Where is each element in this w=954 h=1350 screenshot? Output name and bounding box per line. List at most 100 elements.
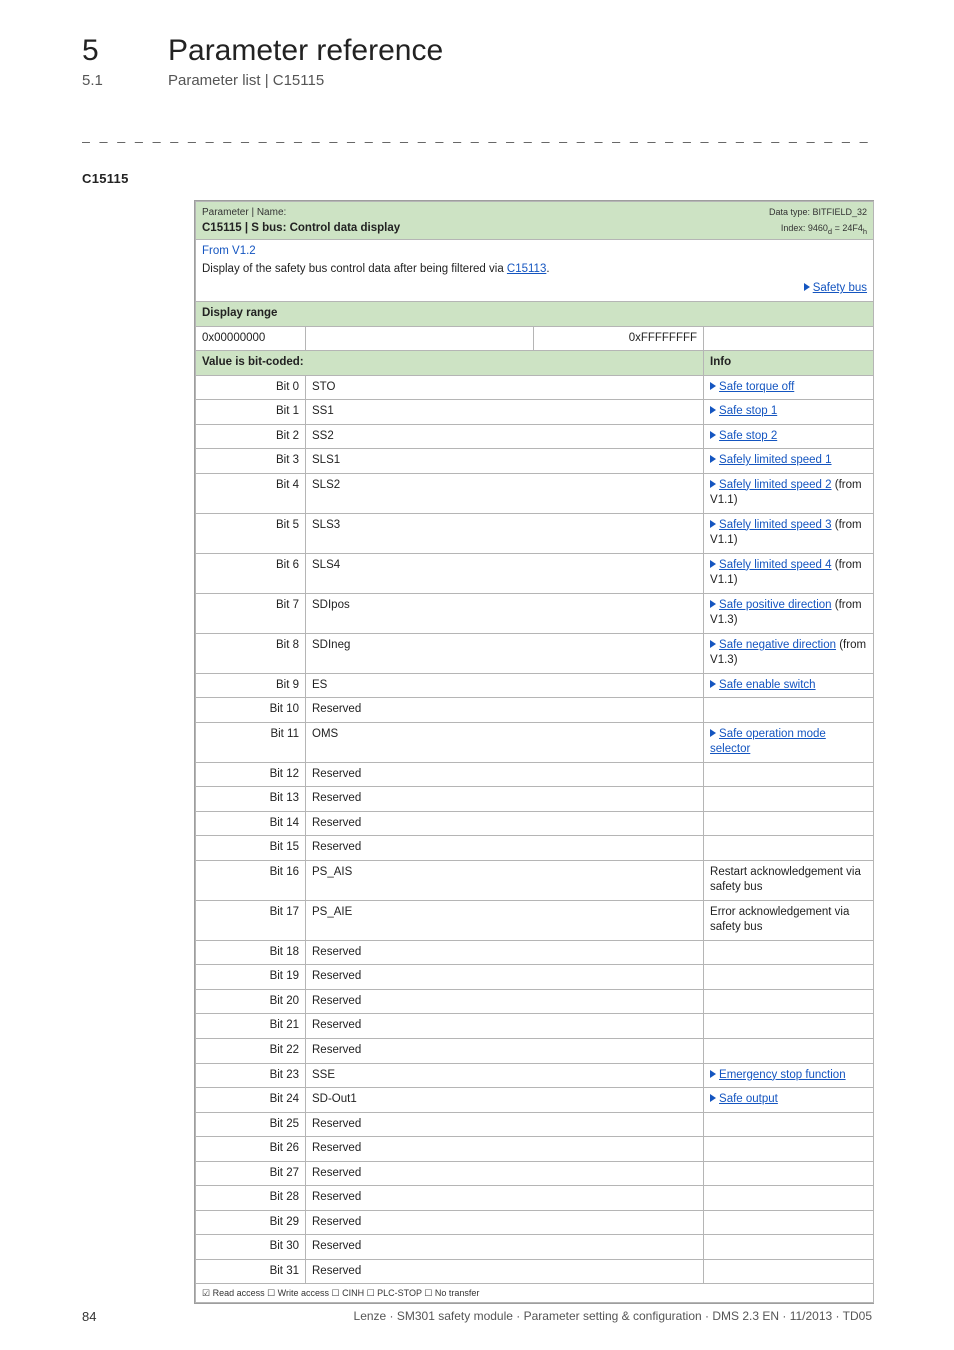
bit-code: OMS — [306, 722, 704, 762]
bit-number: Bit 13 — [196, 787, 306, 812]
desc-link[interactable]: C15113 — [507, 263, 546, 275]
bit-code: Reserved — [306, 1235, 704, 1260]
bit-number: Bit 22 — [196, 1039, 306, 1064]
bit-info-link[interactable]: Safe stop 2 — [719, 430, 777, 442]
bit-info — [704, 787, 874, 812]
parameter-id-heading: C15115 — [82, 171, 872, 186]
bit-number: Bit 20 — [196, 989, 306, 1014]
bit-info — [704, 698, 874, 723]
bit-info-link[interactable]: Safely limited speed 1 — [719, 454, 832, 466]
bit-info-link[interactable]: Emergency stop function — [719, 1069, 846, 1081]
bit-number: Bit 14 — [196, 811, 306, 836]
bit-number: Bit 21 — [196, 1014, 306, 1039]
triangle-icon — [710, 520, 716, 528]
bit-number: Bit 9 — [196, 673, 306, 698]
section-number: 5 — [82, 36, 168, 66]
bit-info: Safe positive direction (from V1.3) — [704, 593, 874, 633]
bit-code: SS2 — [306, 424, 704, 449]
bit-code: SDIneg — [306, 633, 704, 673]
section-title: Parameter reference — [168, 36, 443, 66]
bit-info — [704, 965, 874, 990]
bit-info — [704, 811, 874, 836]
bit-code: Reserved — [306, 1014, 704, 1039]
triangle-icon — [710, 560, 716, 568]
bit-number: Bit 27 — [196, 1161, 306, 1186]
bit-info-link[interactable]: Safely limited speed 4 — [719, 559, 832, 571]
param-label: Parameter | Name: — [202, 207, 286, 218]
bit-info: Safe enable switch — [704, 673, 874, 698]
bit-code: SLS2 — [306, 473, 704, 513]
bit-number: Bit 6 — [196, 553, 306, 593]
triangle-icon — [804, 283, 810, 291]
bit-info-link[interactable]: Safe operation mode selector — [710, 728, 826, 756]
triangle-icon — [710, 1070, 716, 1078]
triangle-icon — [710, 431, 716, 439]
bit-info — [704, 1039, 874, 1064]
bit-info-link[interactable]: Safe negative direction — [719, 639, 836, 651]
bit-code: Reserved — [306, 1039, 704, 1064]
bit-info: Safe negative direction (from V1.3) — [704, 633, 874, 673]
from-version: From V1.2 — [202, 244, 867, 260]
bit-code: Reserved — [306, 698, 704, 723]
display-range-max: 0xFFFFFFFF — [534, 326, 704, 351]
bit-code: SLS3 — [306, 513, 704, 553]
bit-code: STO — [306, 375, 704, 400]
bit-info: Safely limited speed 4 (from V1.1) — [704, 553, 874, 593]
footer-text: Lenze · SM301 safety module · Parameter … — [354, 1309, 872, 1324]
bit-info: Restart acknowledgement via safety bus — [704, 860, 874, 900]
bit-info: Safely limited speed 3 (from V1.1) — [704, 513, 874, 553]
display-range-label: Display range — [196, 301, 704, 326]
bit-number: Bit 4 — [196, 473, 306, 513]
bit-info — [704, 836, 874, 861]
bit-number: Bit 19 — [196, 965, 306, 990]
safety-bus-link[interactable]: Safety bus — [813, 282, 867, 294]
subsection-number: 5.1 — [82, 72, 168, 89]
bit-info-link[interactable]: Safe stop 1 — [719, 405, 777, 417]
bit-info: Safely limited speed 1 — [704, 449, 874, 474]
bit-code: Reserved — [306, 1137, 704, 1162]
data-type-line1: Data type: BITFIELD_32 — [769, 207, 867, 217]
bit-info — [704, 1259, 874, 1284]
bit-number: Bit 16 — [196, 860, 306, 900]
bit-info: Emergency stop function — [704, 1063, 874, 1088]
bit-code: Reserved — [306, 989, 704, 1014]
bit-code: Reserved — [306, 965, 704, 990]
bit-info-link[interactable]: Safely limited speed 2 — [719, 479, 832, 491]
bit-number: Bit 31 — [196, 1259, 306, 1284]
bit-info — [704, 1112, 874, 1137]
param-name: C15115 | S bus: Control data display — [202, 222, 400, 234]
bit-number: Bit 1 — [196, 400, 306, 425]
info-label: Info — [704, 351, 874, 376]
bit-info-link[interactable]: Safe torque off — [719, 381, 794, 393]
bit-number: Bit 10 — [196, 698, 306, 723]
bit-info: Safe stop 1 — [704, 400, 874, 425]
bit-code: Reserved — [306, 1210, 704, 1235]
bit-info-link[interactable]: Safe positive direction — [719, 599, 832, 611]
bit-info-link[interactable]: Safe enable switch — [719, 679, 816, 691]
bit-info: Safe operation mode selector — [704, 722, 874, 762]
bit-code: Reserved — [306, 811, 704, 836]
bit-code: SLS1 — [306, 449, 704, 474]
bit-code: SDIpos — [306, 593, 704, 633]
bit-info — [704, 1186, 874, 1211]
bit-info — [704, 1014, 874, 1039]
bit-info-link[interactable]: Safely limited speed 3 — [719, 519, 832, 531]
bit-coded-label: Value is bit-coded: — [196, 351, 704, 376]
bit-info — [704, 989, 874, 1014]
triangle-icon — [710, 680, 716, 688]
bit-info — [704, 940, 874, 965]
bit-number: Bit 11 — [196, 722, 306, 762]
triangle-icon — [710, 406, 716, 414]
access-line: ☑ Read access ☐ Write access ☐ CINH ☐ PL… — [196, 1284, 874, 1303]
parameter-table: Parameter | Name: C15115 | S bus: Contro… — [194, 200, 874, 1304]
bit-code: PS_AIE — [306, 900, 704, 940]
bit-info: Safely limited speed 2 (from V1.1) — [704, 473, 874, 513]
triangle-icon — [710, 1094, 716, 1102]
bit-code: SS1 — [306, 400, 704, 425]
bit-number: Bit 7 — [196, 593, 306, 633]
bit-code: Reserved — [306, 1186, 704, 1211]
bit-number: Bit 3 — [196, 449, 306, 474]
bit-code: Reserved — [306, 787, 704, 812]
bit-code: ES — [306, 673, 704, 698]
bit-info-link[interactable]: Safe output — [719, 1093, 778, 1105]
